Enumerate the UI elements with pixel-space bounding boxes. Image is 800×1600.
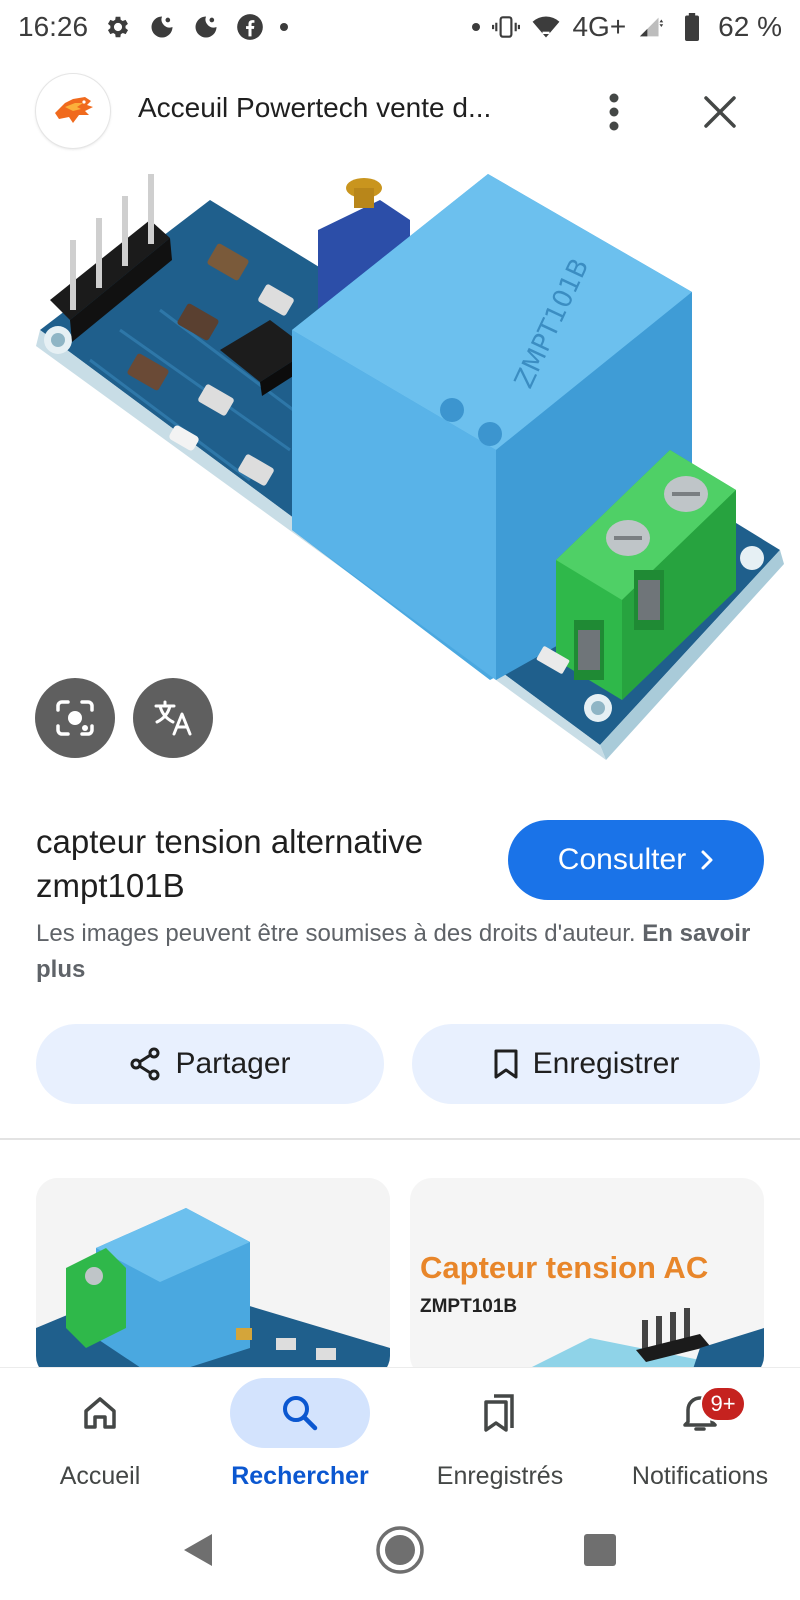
translate-button[interactable] xyxy=(133,678,213,758)
back-button[interactable] xyxy=(166,1518,230,1582)
nav-item-accueil[interactable]: Accueil xyxy=(0,1368,200,1500)
result-title: capteur tension alternative zmpt101B xyxy=(36,823,424,904)
battery-icon xyxy=(678,13,706,41)
home-system-button[interactable] xyxy=(368,1518,432,1582)
do-not-disturb-icon xyxy=(192,13,220,41)
settings-icon xyxy=(104,13,132,41)
nav-label: Enregistrés xyxy=(436,1462,564,1490)
share-icon xyxy=(130,1047,160,1081)
related-result-card[interactable]: Capteur tension AC ZMPT101B xyxy=(410,1178,764,1378)
wifi-icon xyxy=(532,13,560,41)
saved-collections-icon xyxy=(484,1394,514,1432)
chevron-right-icon xyxy=(701,850,713,870)
do-not-disturb-icon xyxy=(148,13,176,41)
vibrate-icon xyxy=(492,13,521,41)
translate-icon xyxy=(154,700,192,736)
status-time: 16:26 xyxy=(18,11,89,42)
nav-label: Notifications xyxy=(631,1462,769,1490)
more-options-button[interactable] xyxy=(584,82,644,142)
powertech-logo-icon xyxy=(55,97,93,123)
related-image-thumbnail xyxy=(510,1308,764,1378)
search-icon xyxy=(283,1396,318,1431)
battery-level: 62 % xyxy=(718,11,782,42)
site-title[interactable]: Acceuil Powertech vente d... xyxy=(138,92,491,124)
nav-item-notifications[interactable]: 9+ Notifications xyxy=(600,1368,800,1500)
notification-dot-icon xyxy=(280,23,289,31)
status-left: 16:26 xyxy=(18,11,289,43)
zmpt101b-module-illustration: ZMPT101B xyxy=(36,174,784,760)
related-result-card[interactable] xyxy=(36,1178,390,1378)
recents-square-icon xyxy=(584,1534,616,1566)
nav-item-rechercher[interactable]: Rechercher xyxy=(200,1368,400,1500)
bookmark-icon xyxy=(494,1049,518,1079)
related-image-thumbnail xyxy=(36,1178,390,1378)
visit-button-label: Consulter xyxy=(557,843,687,876)
recents-button[interactable] xyxy=(568,1518,632,1582)
back-triangle-icon xyxy=(184,1534,212,1566)
nav-label: Rechercher xyxy=(231,1462,369,1490)
product-image[interactable]: ZMPT101B xyxy=(0,160,800,760)
lens-search-button[interactable] xyxy=(35,678,115,758)
divider xyxy=(0,1138,800,1140)
more-vert-icon xyxy=(609,93,619,131)
nav-pill xyxy=(230,1378,370,1448)
visit-button[interactable]: Consulter xyxy=(508,820,764,900)
notification-badge: 9+ xyxy=(700,1386,746,1422)
home-icon xyxy=(84,1397,116,1429)
copyright-notice: Les images peuvent être soumises à des d… xyxy=(36,916,756,988)
nav-item-enregistres[interactable]: Enregistrés xyxy=(400,1368,600,1500)
close-icon xyxy=(704,96,736,128)
save-label: Enregistrer xyxy=(532,1047,680,1080)
signal-icon xyxy=(638,13,666,41)
nav-pill xyxy=(30,1378,170,1448)
top-bar: Acceuil Powertech vente d... xyxy=(0,70,800,154)
lens-icon xyxy=(56,700,94,736)
system-navigation-bar xyxy=(0,1500,800,1600)
status-right: 4G+ 62 % xyxy=(472,11,782,43)
copyright-text: Les images peuvent être soumises à des d… xyxy=(36,920,636,947)
home-circle-icon xyxy=(376,1526,424,1574)
network-type: 4G+ xyxy=(572,11,627,42)
status-bar: 16:26 4G+ 62 % xyxy=(0,0,800,54)
site-logo[interactable] xyxy=(36,74,110,148)
bottom-navigation: Accueil Rechercher Enregistrés 9+ Notifi xyxy=(0,1368,800,1500)
nav-pill xyxy=(630,1378,770,1448)
close-button[interactable] xyxy=(690,82,750,142)
save-button[interactable]: Enregistrer xyxy=(412,1024,760,1104)
facebook-icon xyxy=(236,13,264,41)
share-button[interactable]: Partager xyxy=(36,1024,384,1104)
share-label: Partager xyxy=(175,1047,291,1080)
nav-pill xyxy=(430,1378,570,1448)
notification-dot-icon xyxy=(472,23,481,31)
nav-label: Accueil xyxy=(59,1462,141,1490)
